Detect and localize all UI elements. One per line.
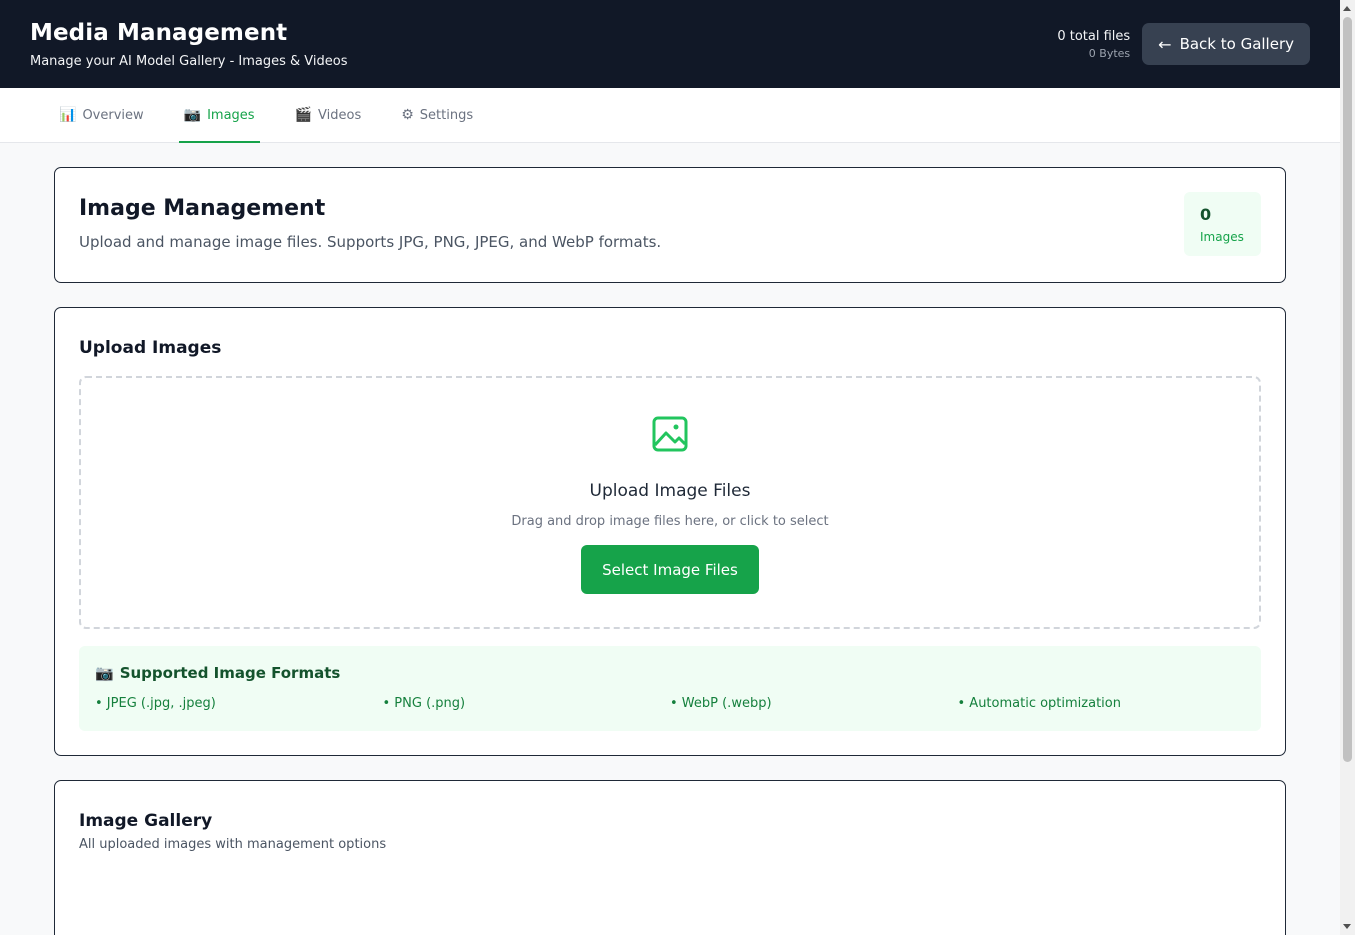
format-item: • PNG (.png) <box>382 696 466 711</box>
image-icon <box>652 416 688 452</box>
supported-formats-box: 📷 Supported Image Formats • JPEG (.jpg, … <box>79 646 1261 731</box>
upload-hint: Drag and drop image files here, or click… <box>511 514 829 529</box>
header-actions: 0 total files 0 Bytes ← Back to Gallery <box>1057 23 1310 65</box>
tab-bar: 📊 Overview 📷 Images 🎬 Videos ⚙ Settings <box>0 88 1340 143</box>
film-icon: 🎬 <box>294 107 313 123</box>
back-to-gallery-button[interactable]: ← Back to Gallery <box>1142 23 1310 65</box>
select-image-files-button[interactable]: Select Image Files <box>581 545 759 594</box>
tab-videos[interactable]: 🎬 Videos <box>290 88 367 142</box>
tab-label: Images <box>207 107 255 123</box>
gear-icon: ⚙ <box>401 107 414 123</box>
gallery-subtitle: All uploaded images with management opti… <box>79 837 387 852</box>
vertical-scrollbar[interactable] <box>1340 0 1355 935</box>
image-count-label: Images <box>1200 230 1244 244</box>
tab-label: Videos <box>318 107 362 123</box>
arrow-left-icon: ← <box>1158 34 1172 54</box>
tab-settings[interactable]: ⚙ Settings <box>396 88 478 142</box>
back-button-label: Back to Gallery <box>1179 35 1294 53</box>
tab-label: Settings <box>419 107 474 123</box>
page-header: Media Management Manage your AI Model Ga… <box>0 0 1340 88</box>
file-stats: 0 total files 0 Bytes <box>1057 29 1130 60</box>
format-item: • Automatic optimization <box>957 696 1121 711</box>
image-management-card: Image Management Upload and manage image… <box>54 167 1286 283</box>
scroll-up-arrow-icon[interactable] <box>1343 6 1351 11</box>
total-files: 0 total files <box>1057 28 1131 44</box>
image-gallery-card: Image Gallery All uploaded images with m… <box>54 780 1286 935</box>
total-bytes: 0 Bytes <box>1088 46 1131 60</box>
scroll-down-arrow-icon[interactable] <box>1343 924 1351 929</box>
gallery-title: Image Gallery <box>79 811 213 831</box>
format-item: • JPEG (.jpg, .jpeg) <box>95 696 216 711</box>
camera-icon: 📷 <box>183 107 202 123</box>
image-dropzone[interactable]: Upload Image Files Drag and drop image f… <box>79 376 1261 629</box>
format-item: • WebP (.webp) <box>670 696 772 711</box>
section-description: Upload and manage image files. Supports … <box>79 233 662 251</box>
scrollbar-thumb[interactable] <box>1343 17 1352 762</box>
page-subtitle: Manage your AI Model Gallery - Images & … <box>30 53 348 69</box>
upload-card: Upload Images Upload Image Files Drag an… <box>54 307 1286 756</box>
tab-images[interactable]: 📷 Images <box>178 88 260 143</box>
upload-section-title: Upload Images <box>79 338 222 358</box>
page-title: Media Management <box>30 19 288 46</box>
tab-label: Overview <box>82 107 144 123</box>
tab-overview[interactable]: 📊 Overview <box>54 88 149 142</box>
formats-heading: 📷 Supported Image Formats <box>95 664 1245 682</box>
upload-title: Upload Image Files <box>589 481 751 501</box>
formats-title: Supported Image Formats <box>119 664 341 682</box>
image-count: 0 <box>1200 205 1212 224</box>
image-count-badge: 0 Images <box>1184 192 1261 256</box>
camera-icon: 📷 <box>95 664 114 682</box>
section-heading: Image Management <box>79 196 326 221</box>
formats-list: • JPEG (.jpg, .jpeg) • PNG (.png) • WebP… <box>95 696 1245 711</box>
header-text: Media Management Manage your AI Model Ga… <box>30 20 348 69</box>
chart-icon: 📊 <box>59 107 77 123</box>
